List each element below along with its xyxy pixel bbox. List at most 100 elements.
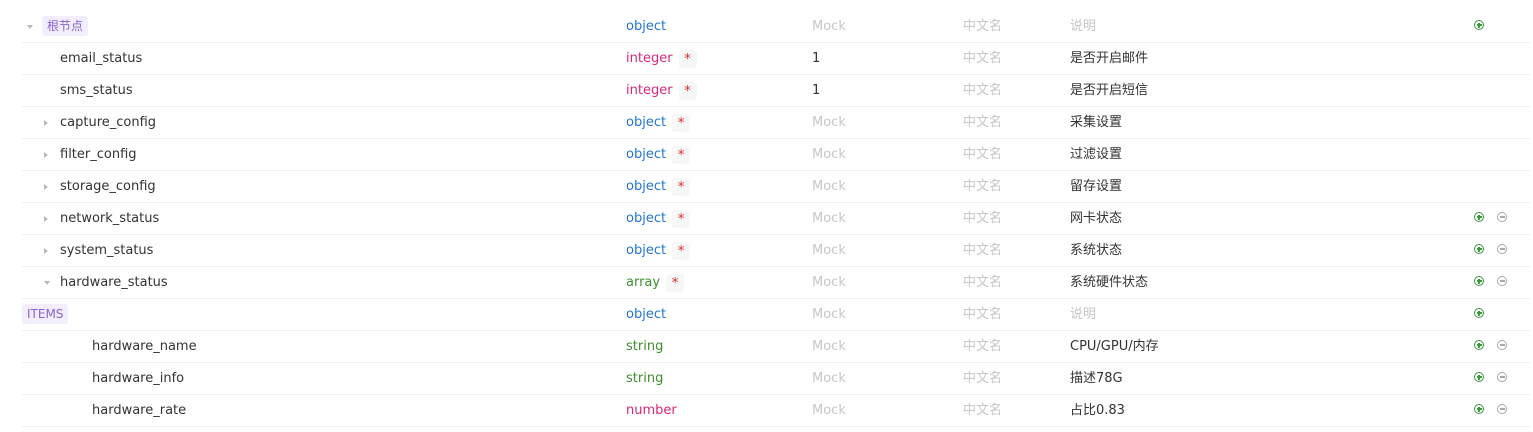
title-input[interactable]: 中文名 bbox=[963, 139, 1002, 170]
field-type-cell[interactable]: object * bbox=[626, 107, 691, 138]
title-input[interactable]: 中文名 bbox=[963, 395, 1002, 426]
description-input[interactable]: 是否开启短信 bbox=[1070, 75, 1148, 106]
description-input[interactable]: 过滤设置 bbox=[1070, 139, 1122, 170]
field-type-cell[interactable]: object bbox=[626, 11, 666, 42]
field-type[interactable]: object bbox=[626, 19, 666, 34]
description-input[interactable]: 描述78G bbox=[1070, 363, 1123, 394]
remove-circle-icon[interactable] bbox=[1497, 212, 1507, 222]
caret-right-icon[interactable] bbox=[44, 248, 48, 254]
mock-input[interactable]: Mock bbox=[812, 11, 846, 42]
field-type[interactable]: number bbox=[626, 403, 677, 418]
field-type-cell[interactable]: object * bbox=[626, 171, 691, 202]
table-row[interactable]: 根节点 object Mock 中文名 说明 bbox=[22, 11, 1530, 43]
field-type-cell[interactable]: string bbox=[626, 363, 663, 394]
mock-input[interactable]: Mock bbox=[812, 203, 846, 234]
required-mark[interactable]: * bbox=[672, 209, 691, 228]
field-type[interactable]: string bbox=[626, 371, 663, 386]
caret-right-icon[interactable] bbox=[44, 184, 48, 190]
title-input[interactable]: 中文名 bbox=[963, 43, 1002, 74]
required-mark[interactable]: * bbox=[672, 145, 691, 164]
field-type[interactable]: integer bbox=[626, 83, 673, 98]
field-name-cell[interactable]: filter_config bbox=[60, 139, 137, 170]
field-type[interactable]: string bbox=[626, 339, 663, 354]
field-type-cell[interactable]: string bbox=[626, 331, 663, 362]
add-circle-icon[interactable] bbox=[1474, 372, 1484, 382]
title-input[interactable]: 中文名 bbox=[963, 171, 1002, 202]
field-type[interactable]: object bbox=[626, 243, 666, 258]
mock-input[interactable]: Mock bbox=[812, 235, 846, 266]
remove-circle-icon[interactable] bbox=[1497, 244, 1507, 254]
field-type[interactable]: object bbox=[626, 147, 666, 162]
field-type-cell[interactable]: integer * bbox=[626, 43, 697, 74]
table-row[interactable]: hardware_info string Mock 中文名 描述78G bbox=[22, 363, 1530, 395]
mock-input[interactable]: Mock bbox=[812, 299, 846, 330]
field-name-cell[interactable]: hardware_name bbox=[92, 331, 197, 362]
add-circle-icon[interactable] bbox=[1474, 244, 1484, 254]
field-name-cell[interactable]: 根节点 bbox=[42, 11, 89, 42]
description-input[interactable]: 是否开启邮件 bbox=[1070, 43, 1148, 74]
table-row[interactable]: ITEMS object Mock 中文名 说明 bbox=[22, 299, 1530, 331]
field-type[interactable]: object bbox=[626, 115, 666, 130]
title-input[interactable]: 中文名 bbox=[963, 299, 1002, 330]
remove-circle-icon[interactable] bbox=[1497, 372, 1507, 382]
field-type-cell[interactable]: integer * bbox=[626, 75, 697, 106]
field-name-cell[interactable]: system_status bbox=[60, 235, 153, 266]
field-name-cell[interactable]: hardware_info bbox=[92, 363, 184, 394]
add-circle-icon[interactable] bbox=[1474, 20, 1484, 30]
field-type-cell[interactable]: number bbox=[626, 395, 677, 426]
table-row[interactable]: capture_config object * Mock 中文名 采集设置 bbox=[22, 107, 1530, 139]
field-type[interactable]: integer bbox=[626, 51, 673, 66]
field-type-cell[interactable]: object * bbox=[626, 139, 691, 170]
required-mark[interactable]: * bbox=[678, 81, 697, 100]
table-row[interactable]: hardware_status array * Mock 中文名 系统硬件状态 bbox=[22, 267, 1530, 299]
field-type[interactable]: object bbox=[626, 179, 666, 194]
table-row[interactable]: hardware_name string Mock 中文名 CPU/GPU/内存 bbox=[22, 331, 1530, 363]
table-row[interactable]: storage_config object * Mock 中文名 留存设置 bbox=[22, 171, 1530, 203]
remove-circle-icon[interactable] bbox=[1497, 404, 1507, 414]
add-circle-icon[interactable] bbox=[1474, 276, 1484, 286]
description-input[interactable]: 留存设置 bbox=[1070, 171, 1122, 202]
mock-input[interactable]: Mock bbox=[812, 267, 846, 298]
add-circle-icon[interactable] bbox=[1474, 212, 1484, 222]
required-mark[interactable]: * bbox=[672, 177, 691, 196]
caret-down-icon[interactable] bbox=[44, 281, 50, 285]
description-input[interactable]: CPU/GPU/内存 bbox=[1070, 331, 1159, 362]
table-row[interactable]: hardware_rate number Mock 中文名 占比0.83 bbox=[22, 395, 1530, 427]
title-input[interactable]: 中文名 bbox=[963, 235, 1002, 266]
add-circle-icon[interactable] bbox=[1474, 340, 1484, 350]
field-type[interactable]: object bbox=[626, 211, 666, 226]
required-mark[interactable]: * bbox=[672, 241, 691, 260]
title-input[interactable]: 中文名 bbox=[963, 267, 1002, 298]
table-row[interactable]: filter_config object * Mock 中文名 过滤设置 bbox=[22, 139, 1530, 171]
caret-right-icon[interactable] bbox=[44, 152, 48, 158]
description-input[interactable]: 采集设置 bbox=[1070, 107, 1122, 138]
field-type-cell[interactable]: object * bbox=[626, 203, 691, 234]
field-type-cell[interactable]: array * bbox=[626, 267, 685, 298]
caret-right-icon[interactable] bbox=[44, 216, 48, 222]
field-name-cell[interactable]: email_status bbox=[60, 43, 142, 74]
add-circle-icon[interactable] bbox=[1474, 404, 1484, 414]
caret-down-icon[interactable] bbox=[27, 25, 33, 29]
mock-input[interactable]: Mock bbox=[812, 171, 846, 202]
title-input[interactable]: 中文名 bbox=[963, 107, 1002, 138]
table-row[interactable]: email_status integer * 1 中文名 是否开启邮件 bbox=[22, 43, 1530, 75]
field-name-cell[interactable]: storage_config bbox=[60, 171, 156, 202]
remove-circle-icon[interactable] bbox=[1497, 340, 1507, 350]
title-input[interactable]: 中文名 bbox=[963, 363, 1002, 394]
table-row[interactable]: network_status object * Mock 中文名 网卡状态 bbox=[22, 203, 1530, 235]
title-input[interactable]: 中文名 bbox=[963, 203, 1002, 234]
mock-input[interactable]: 1 bbox=[812, 43, 820, 74]
mock-input[interactable]: Mock bbox=[812, 331, 846, 362]
mock-input[interactable]: Mock bbox=[812, 107, 846, 138]
field-name-cell[interactable]: capture_config bbox=[60, 107, 156, 138]
title-input[interactable]: 中文名 bbox=[963, 11, 1002, 42]
mock-input[interactable]: Mock bbox=[812, 139, 846, 170]
description-input[interactable]: 系统硬件状态 bbox=[1070, 267, 1148, 298]
required-mark[interactable]: * bbox=[666, 273, 685, 292]
field-name-cell[interactable]: hardware_status bbox=[60, 267, 168, 298]
table-row[interactable]: sms_status integer * 1 中文名 是否开启短信 bbox=[22, 75, 1530, 107]
description-input[interactable]: 占比0.83 bbox=[1070, 395, 1125, 426]
description-input[interactable]: 说明 bbox=[1070, 11, 1096, 42]
mock-input[interactable]: Mock bbox=[812, 395, 846, 426]
remove-circle-icon[interactable] bbox=[1497, 276, 1507, 286]
